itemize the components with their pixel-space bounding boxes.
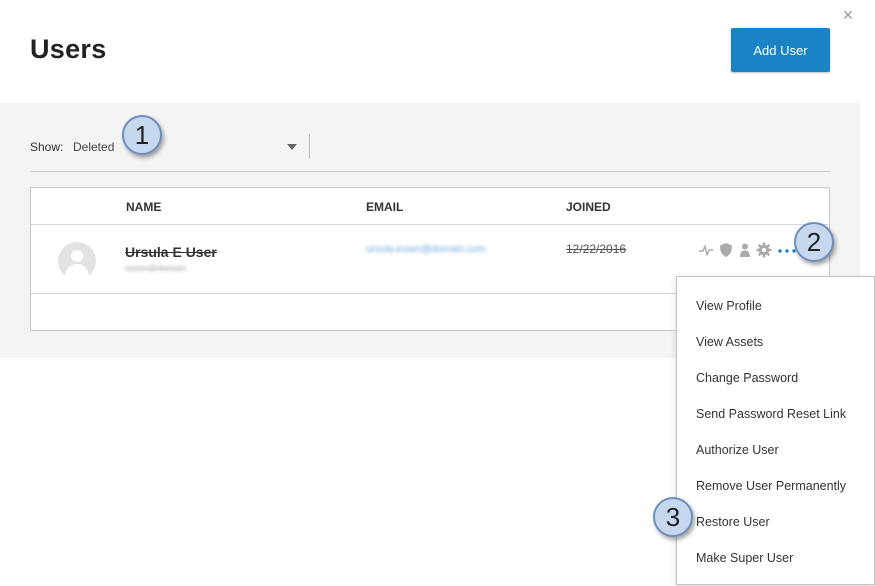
step-callout-3: 3 (653, 497, 693, 537)
menu-item-remove-user-permanently[interactable]: Remove User Permanently (677, 469, 874, 503)
show-filter-dropdown[interactable] (30, 130, 305, 162)
menu-item-view-profile[interactable]: View Profile (677, 289, 874, 323)
step-callout-2: 2 (794, 222, 834, 262)
menu-item-authorize-user[interactable]: Authorize User (677, 433, 874, 467)
menu-item-view-assets[interactable]: View Assets (677, 325, 874, 359)
menu-item-restore-user[interactable]: Restore User (677, 505, 874, 539)
menu-item-make-super-user[interactable]: Make Super User (677, 541, 874, 575)
menu-item-change-password[interactable]: Change Password (677, 361, 874, 395)
page-title: Users (30, 34, 107, 64)
avatar-head (71, 250, 83, 262)
column-header-name[interactable]: NAME (126, 200, 161, 214)
shield-icon[interactable] (718, 242, 734, 258)
user-email: ursula.euser@domain.com (366, 244, 486, 255)
gear-icon[interactable] (756, 242, 772, 258)
user-actions-menu: View Profile View Assets Change Password… (676, 276, 875, 585)
user-name[interactable]: Ursula E User (125, 244, 217, 260)
chevron-down-icon[interactable] (287, 144, 297, 150)
user-joined-date: 12/22/2016 (566, 242, 627, 256)
filter-divider (309, 134, 310, 158)
table-header: NAME EMAIL JOINED (31, 188, 829, 225)
column-header-email[interactable]: EMAIL (366, 200, 403, 214)
filter-separator (30, 171, 830, 172)
close-icon[interactable]: × (840, 6, 856, 24)
user-username: uuser@domain (125, 263, 187, 273)
avatar (58, 242, 96, 280)
column-header-joined[interactable]: JOINED (566, 200, 611, 214)
person-icon[interactable] (737, 242, 753, 258)
add-user-button[interactable]: Add User (731, 28, 830, 72)
menu-item-send-password-reset-link[interactable]: Send Password Reset Link (677, 397, 874, 431)
avatar-body (65, 264, 89, 280)
step-callout-1: 1 (122, 115, 162, 155)
activity-icon[interactable] (698, 242, 714, 258)
